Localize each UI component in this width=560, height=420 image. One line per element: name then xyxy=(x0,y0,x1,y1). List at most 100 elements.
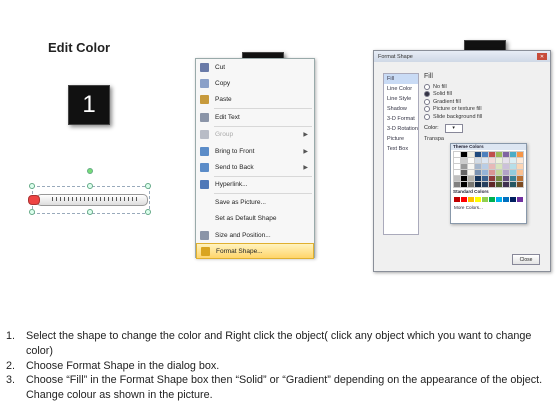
color-swatch[interactable] xyxy=(481,151,489,158)
color-swatch[interactable] xyxy=(453,175,461,182)
color-swatch[interactable] xyxy=(495,181,503,188)
color-swatch[interactable] xyxy=(467,169,475,176)
resize-handle[interactable] xyxy=(87,209,93,215)
color-swatch[interactable] xyxy=(460,157,468,164)
resize-handle[interactable] xyxy=(29,183,35,189)
color-swatch[interactable] xyxy=(482,197,488,202)
dialog-nav-item[interactable]: Text Box xyxy=(384,144,418,154)
color-swatch[interactable] xyxy=(475,197,481,202)
color-swatch[interactable] xyxy=(495,175,503,182)
menu-item[interactable]: Size and Position... xyxy=(196,227,314,243)
color-swatch[interactable] xyxy=(488,151,496,158)
color-swatch[interactable] xyxy=(509,157,517,164)
color-swatch[interactable] xyxy=(467,181,475,188)
menu-item[interactable]: Cut xyxy=(196,59,314,75)
close-button[interactable]: Close xyxy=(512,254,540,265)
dialog-nav-item[interactable]: Shadow xyxy=(384,104,418,114)
color-swatch[interactable] xyxy=(453,169,461,176)
color-swatch[interactable] xyxy=(496,197,502,202)
color-swatch[interactable] xyxy=(460,175,468,182)
color-swatch[interactable] xyxy=(502,151,510,158)
color-swatch[interactable] xyxy=(474,163,482,170)
color-swatch[interactable] xyxy=(509,169,517,176)
color-swatch[interactable] xyxy=(488,175,496,182)
color-swatch[interactable] xyxy=(495,151,503,158)
color-swatch[interactable] xyxy=(453,151,461,158)
selected-shape[interactable] xyxy=(28,168,152,220)
color-swatch[interactable] xyxy=(516,169,524,176)
color-swatch[interactable] xyxy=(467,163,475,170)
radio-button[interactable] xyxy=(424,98,430,105)
fill-option[interactable]: No fill xyxy=(424,83,544,91)
color-swatch[interactable] xyxy=(509,151,517,158)
color-swatch[interactable] xyxy=(460,163,468,170)
menu-item[interactable]: Save as Picture... xyxy=(196,194,314,210)
radio-button[interactable] xyxy=(424,113,430,120)
color-swatch[interactable] xyxy=(509,163,517,170)
rotate-handle[interactable] xyxy=(87,168,93,174)
color-swatch[interactable] xyxy=(517,197,523,202)
menu-item[interactable]: Format Shape... xyxy=(196,243,314,260)
fill-option[interactable]: Solid fill xyxy=(424,91,544,99)
menu-item[interactable]: Send to Back ▶ xyxy=(196,159,314,175)
menu-item[interactable]: Hyperlink... xyxy=(196,177,314,193)
menu-item[interactable]: Paste xyxy=(196,92,314,108)
color-swatch[interactable] xyxy=(467,151,475,158)
color-swatch[interactable] xyxy=(516,151,524,158)
color-swatch[interactable] xyxy=(481,169,489,176)
color-swatch[interactable] xyxy=(481,175,489,182)
color-swatch[interactable] xyxy=(467,157,475,164)
resize-handle[interactable] xyxy=(29,209,35,215)
color-swatch[interactable] xyxy=(502,181,510,188)
resize-handle[interactable] xyxy=(87,183,93,189)
color-swatch[interactable] xyxy=(460,151,468,158)
color-swatch[interactable] xyxy=(481,181,489,188)
color-swatch[interactable] xyxy=(509,175,517,182)
color-swatch[interactable] xyxy=(467,175,475,182)
radio-button[interactable] xyxy=(424,91,430,98)
color-swatch[interactable] xyxy=(516,181,524,188)
color-swatch[interactable] xyxy=(502,169,510,176)
color-swatch[interactable] xyxy=(489,197,495,202)
dialog-nav-item[interactable]: Picture xyxy=(384,134,418,144)
dialog-nav-item[interactable]: Fill xyxy=(384,74,418,84)
color-swatch[interactable] xyxy=(453,163,461,170)
color-swatch[interactable] xyxy=(474,169,482,176)
menu-item[interactable]: Set as Default Shape xyxy=(196,211,314,227)
fill-option[interactable]: Gradient fill xyxy=(424,98,544,106)
color-swatch[interactable] xyxy=(481,163,489,170)
color-swatch[interactable] xyxy=(516,175,524,182)
dialog-nav-item[interactable]: Line Color xyxy=(384,84,418,94)
radio-button[interactable] xyxy=(424,106,430,113)
color-swatch[interactable] xyxy=(468,197,474,202)
resize-handle[interactable] xyxy=(145,209,151,215)
color-swatch[interactable] xyxy=(460,169,468,176)
color-swatch[interactable] xyxy=(502,157,510,164)
close-icon[interactable]: ✕ xyxy=(537,53,547,60)
menu-item[interactable]: Group ▶ xyxy=(196,127,314,143)
color-swatch[interactable] xyxy=(474,181,482,188)
menu-item[interactable]: Bring to Front ▶ xyxy=(196,143,314,159)
fill-option[interactable]: Slide background fill xyxy=(424,113,544,121)
color-swatch[interactable] xyxy=(461,197,467,202)
color-swatch[interactable] xyxy=(503,197,509,202)
color-swatch[interactable] xyxy=(488,169,496,176)
color-swatch[interactable] xyxy=(495,157,503,164)
color-swatch[interactable] xyxy=(454,197,460,202)
dialog-nav-item[interactable]: Line Style xyxy=(384,94,418,104)
color-picker-button[interactable]: ▾ xyxy=(444,123,463,133)
color-swatch[interactable] xyxy=(474,151,482,158)
radio-button[interactable] xyxy=(424,83,430,90)
dialog-nav-item[interactable]: 3-D Format xyxy=(384,114,418,124)
color-swatch[interactable] xyxy=(516,163,524,170)
color-swatch[interactable] xyxy=(460,181,468,188)
fill-option[interactable]: Picture or texture fill xyxy=(424,106,544,114)
color-swatch[interactable] xyxy=(510,197,516,202)
color-swatch[interactable] xyxy=(488,163,496,170)
resize-handle[interactable] xyxy=(145,183,151,189)
color-swatch[interactable] xyxy=(453,181,461,188)
color-swatch[interactable] xyxy=(488,157,496,164)
menu-item[interactable]: Edit Text xyxy=(196,109,314,125)
menu-item[interactable]: Copy xyxy=(196,75,314,91)
color-swatch[interactable] xyxy=(495,169,503,176)
